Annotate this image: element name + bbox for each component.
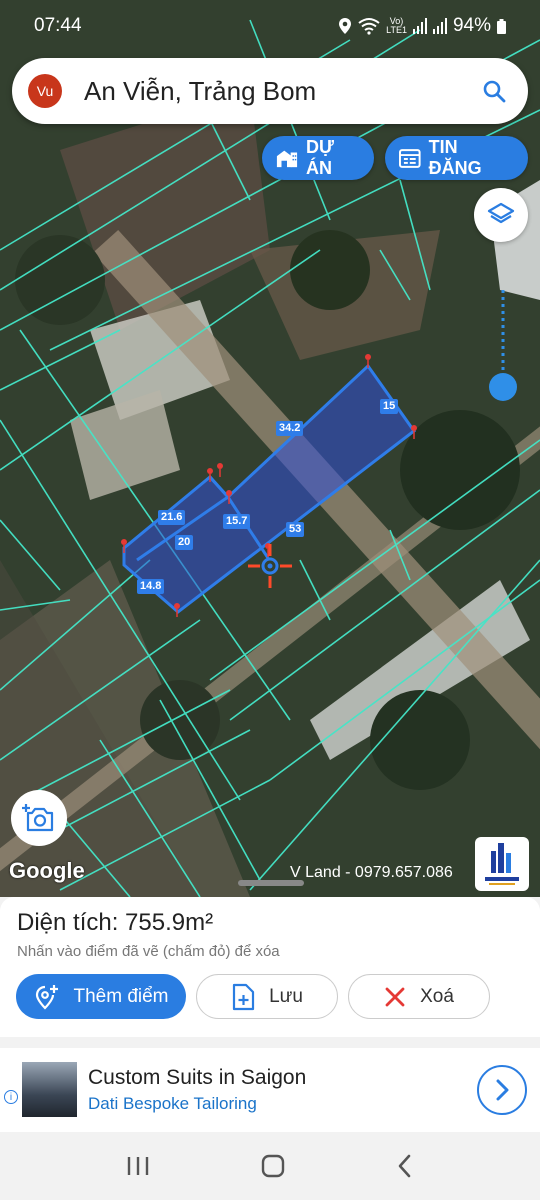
- edge-handle[interactable]: [489, 373, 517, 401]
- segment-label: 15.7: [223, 511, 251, 529]
- brand-logo: [475, 837, 529, 891]
- area-title: Diện tích: 755.9m²: [17, 909, 214, 936]
- battery-icon: [497, 18, 506, 34]
- wifi-icon: [358, 18, 380, 35]
- recent-apps-icon[interactable]: [125, 1154, 151, 1178]
- home-icon[interactable]: [260, 1153, 286, 1179]
- add-point-label: Thêm điểm: [73, 985, 169, 1007]
- location-icon: [339, 18, 352, 34]
- segment-label: 14.8: [137, 576, 165, 594]
- segment-label: 20: [175, 532, 194, 550]
- segment-label: 53: [286, 519, 305, 537]
- add-point-button[interactable]: Thêm điểm: [16, 974, 186, 1019]
- network-indicator: Vo) LTE1: [386, 16, 407, 35]
- projects-label: DỰ ÁN: [306, 137, 334, 178]
- calendar-list-icon: [399, 149, 421, 168]
- back-icon[interactable]: [395, 1153, 415, 1179]
- projects-button[interactable]: DỰ ÁN: [262, 136, 374, 180]
- ad-banner[interactable]: i Custom Suits in Saigon Dati Bespoke Ta…: [0, 1048, 540, 1132]
- close-icon: [385, 987, 405, 1006]
- segment-label: 21.6: [158, 507, 186, 525]
- layers-button[interactable]: [474, 188, 528, 242]
- area-sheet: Diện tích: 755.9m² Nhấn vào điểm đã vẽ (…: [0, 897, 540, 1037]
- delete-label: Xoá: [420, 985, 454, 1007]
- search-icon[interactable]: [482, 79, 506, 103]
- save-label: Lưu: [269, 985, 303, 1007]
- add-photo-button[interactable]: [11, 790, 67, 846]
- add-location-icon: [36, 984, 59, 1010]
- signal-icon: [432, 18, 447, 34]
- status-bar: 07:44 Vo) LTE1 94%: [0, 0, 540, 52]
- ad-info-icon[interactable]: i: [4, 1090, 18, 1104]
- ad-title[interactable]: Custom Suits in Saigon: [88, 1066, 306, 1090]
- avatar[interactable]: Vu: [28, 74, 62, 108]
- camera-plus-icon: [22, 804, 54, 832]
- ad-image[interactable]: [22, 1062, 77, 1117]
- segment-label: 15: [380, 396, 399, 414]
- segment-label: 34.2: [276, 418, 304, 436]
- clock: 07:44: [34, 15, 82, 36]
- rtv-land-logo: [485, 843, 519, 885]
- map-view[interactable]: 34.2 15 21.6 15.7 20 53 14.8: [0, 0, 540, 897]
- search-location[interactable]: An Viễn, Trảng Bom: [84, 76, 316, 107]
- listings-label: TIN ĐĂNG: [428, 137, 482, 178]
- search-bar[interactable]: Vu An Viễn, Trảng Bom: [12, 58, 528, 124]
- delete-button[interactable]: Xoá: [348, 974, 490, 1019]
- ad-subtitle[interactable]: Dati Bespoke Tailoring: [88, 1094, 257, 1114]
- crosshair-icon: [248, 544, 292, 588]
- layers-icon: [487, 202, 515, 224]
- new-file-icon: [232, 983, 255, 1010]
- listings-button[interactable]: TIN ĐĂNG: [385, 136, 528, 180]
- chevron-right-icon: [496, 1079, 509, 1101]
- system-nav-bar: [0, 1132, 540, 1200]
- battery-level: 94%: [452, 15, 491, 36]
- area-hint: Nhấn vào điểm đã vẽ (chấm đỏ) để xóa: [17, 943, 280, 960]
- building-icon: [276, 150, 298, 168]
- save-button[interactable]: Lưu: [196, 974, 338, 1019]
- ad-open-button[interactable]: [477, 1065, 527, 1115]
- sheet-drag-handle[interactable]: [238, 880, 304, 886]
- google-logo: Google: [9, 858, 85, 883]
- signal-icon: [412, 18, 427, 34]
- map-watermark: V Land - 0979.657.086: [290, 864, 453, 881]
